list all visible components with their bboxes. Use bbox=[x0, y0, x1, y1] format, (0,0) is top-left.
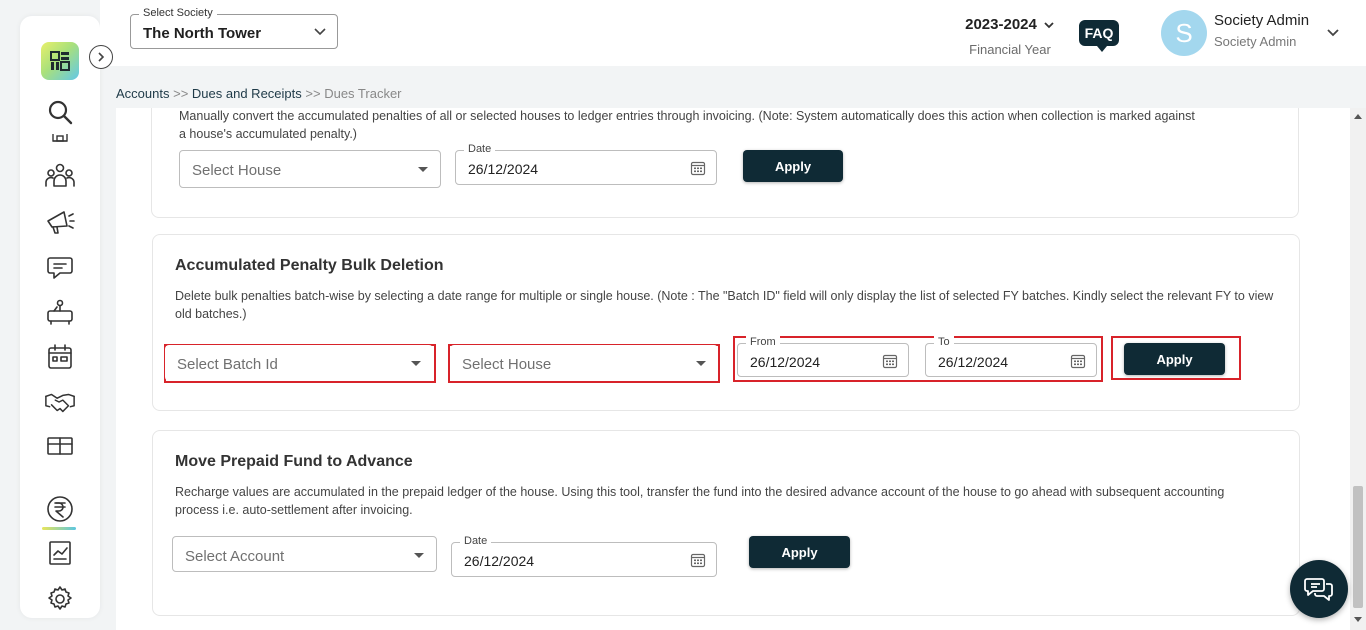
logo-mark-icon bbox=[50, 51, 70, 71]
breadcrumb-current: Dues Tracker bbox=[324, 86, 402, 101]
user-menu-chevron-icon[interactable] bbox=[1326, 26, 1340, 40]
penalty-conversion-description: Manually convert the accumulated penalti… bbox=[179, 108, 1279, 143]
section-title: Accumulated Penalty Bulk Deletion bbox=[175, 257, 444, 274]
calendar-icon[interactable] bbox=[44, 341, 76, 373]
breadcrumb-separator: >> bbox=[305, 86, 321, 101]
chat-icon[interactable] bbox=[44, 251, 76, 283]
from-date-field[interactable]: From 26/12/2024 bbox=[737, 336, 909, 377]
chat-bubbles-icon bbox=[1304, 578, 1333, 601]
penalty-conversion-card: Manually convert the accumulated penalti… bbox=[151, 108, 1299, 218]
select-house-dropdown[interactable]: Select House bbox=[450, 345, 718, 381]
financial-year-value: 2023-2024 bbox=[965, 16, 1037, 33]
main-content: Manually convert the accumulated penalti… bbox=[116, 108, 1350, 630]
partial-building-icon bbox=[50, 134, 70, 142]
move-prepaid-fund-description: Recharge values are accumulated in the p… bbox=[175, 483, 1285, 519]
date-field[interactable]: Date 26/12/2024 bbox=[451, 535, 717, 577]
date-label: Date bbox=[464, 143, 496, 155]
select-account-dropdown[interactable]: Select Account bbox=[172, 536, 437, 572]
scroll-thumb[interactable] bbox=[1353, 486, 1363, 608]
society-select-value: The North Tower bbox=[143, 25, 262, 42]
penalty-bulk-deletion-card: Accumulated Penalty Bulk Deletion Delete… bbox=[152, 234, 1300, 411]
to-date-label: To bbox=[934, 336, 954, 348]
gear-icon[interactable] bbox=[44, 583, 76, 615]
to-date-value: 26/12/2024 bbox=[938, 354, 1009, 370]
top-header: Select Society The North Tower 2023-2024… bbox=[100, 0, 1366, 66]
to-date-field[interactable]: To 26/12/2024 bbox=[925, 336, 1097, 377]
date-label: Date bbox=[460, 535, 492, 547]
date-field[interactable]: Date 26/12/2024 bbox=[455, 143, 717, 185]
calendar-icon[interactable] bbox=[690, 160, 706, 176]
breadcrumb-accounts[interactable]: Accounts bbox=[116, 86, 169, 101]
calendar-icon[interactable] bbox=[1070, 353, 1086, 369]
select-account-placeholder: Select Account bbox=[185, 548, 285, 565]
select-house-dropdown[interactable]: Select House bbox=[179, 150, 441, 188]
description-line: a house's accumulated penalty.) bbox=[179, 127, 357, 141]
announcement-icon[interactable] bbox=[44, 205, 76, 237]
caret-down-icon bbox=[411, 361, 421, 366]
chevron-down-icon bbox=[1044, 21, 1054, 28]
description-line: Delete bulk penalties batch-wise by sele… bbox=[175, 289, 1274, 303]
description-line: process i.e. auto-settlement after invoi… bbox=[175, 503, 413, 517]
search-icon[interactable] bbox=[44, 96, 76, 128]
rupee-icon[interactable] bbox=[44, 493, 76, 525]
society-select[interactable]: Select Society The North Tower bbox=[130, 7, 338, 49]
handshake-icon[interactable] bbox=[44, 386, 76, 418]
financial-year-label: Financial Year bbox=[969, 42, 1051, 57]
financial-year-selector[interactable]: 2023-2024 Financial Year bbox=[950, 16, 1070, 57]
caret-down-icon bbox=[414, 553, 424, 558]
description-line: old batches.) bbox=[175, 307, 247, 321]
from-date-value: 26/12/2024 bbox=[750, 354, 821, 370]
calendar-icon[interactable] bbox=[690, 552, 706, 568]
user-name: Society Admin bbox=[1214, 12, 1310, 29]
scroll-down-arrow-icon[interactable] bbox=[1354, 617, 1362, 622]
package-icon[interactable] bbox=[44, 430, 76, 462]
chevron-right-icon bbox=[98, 52, 105, 62]
date-value: 26/12/2024 bbox=[468, 161, 539, 177]
section-title: Move Prepaid Fund to Advance bbox=[175, 453, 413, 470]
date-value: 26/12/2024 bbox=[464, 553, 535, 569]
sidebar-toggle-button[interactable] bbox=[89, 45, 113, 69]
breadcrumb-separator: >> bbox=[173, 86, 189, 101]
amenity-icon[interactable] bbox=[44, 296, 76, 328]
apply-button[interactable]: Apply bbox=[743, 150, 843, 182]
apply-button[interactable]: Apply bbox=[1124, 343, 1225, 375]
user-role: Society Admin bbox=[1214, 34, 1297, 49]
chat-support-button[interactable] bbox=[1290, 560, 1348, 618]
chevron-down-icon bbox=[314, 28, 326, 36]
sidebar bbox=[20, 16, 100, 618]
breadcrumb: Accounts >> Dues and Receipts >> Dues Tr… bbox=[116, 86, 402, 101]
penalty-bulk-deletion-description: Delete bulk penalties batch-wise by sele… bbox=[175, 287, 1285, 323]
community-icon[interactable] bbox=[44, 160, 76, 192]
description-line: Recharge values are accumulated in the p… bbox=[175, 485, 1225, 499]
scroll-up-arrow-icon[interactable] bbox=[1354, 114, 1362, 119]
select-house-placeholder: Select House bbox=[192, 162, 282, 179]
breadcrumb-dues-receipts[interactable]: Dues and Receipts bbox=[192, 86, 302, 101]
society-select-label: Select Society bbox=[139, 7, 217, 19]
caret-down-icon bbox=[418, 167, 428, 172]
report-icon[interactable] bbox=[44, 537, 76, 569]
move-prepaid-fund-card: Move Prepaid Fund to Advance Recharge va… bbox=[152, 430, 1300, 616]
from-date-label: From bbox=[746, 336, 780, 348]
faq-button[interactable]: FAQ bbox=[1079, 20, 1119, 52]
select-house-placeholder: Select House bbox=[462, 356, 552, 373]
vertical-scrollbar[interactable] bbox=[1350, 108, 1366, 630]
avatar[interactable]: S bbox=[1161, 10, 1207, 56]
description-line: Manually convert the accumulated penalti… bbox=[179, 109, 1195, 123]
calendar-icon[interactable] bbox=[882, 353, 898, 369]
apply-button[interactable]: Apply bbox=[749, 536, 850, 568]
select-batch-placeholder: Select Batch Id bbox=[177, 356, 278, 373]
active-indicator bbox=[42, 527, 76, 530]
caret-down-icon bbox=[696, 361, 706, 366]
select-batch-dropdown[interactable]: Select Batch Id bbox=[165, 345, 433, 381]
app-logo[interactable] bbox=[41, 42, 79, 80]
